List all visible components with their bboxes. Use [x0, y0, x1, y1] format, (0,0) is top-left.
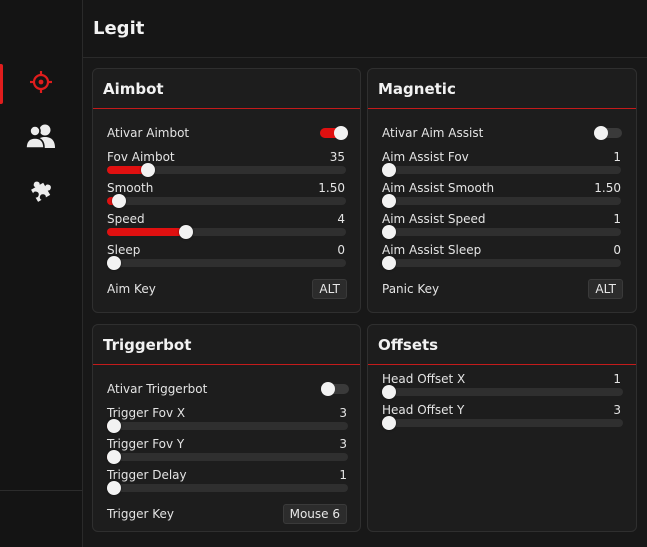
slider-knob[interactable] — [140, 163, 155, 177]
key-label: Aim Key — [107, 282, 156, 296]
main-content: Legit Aimbot Ativar Aimbot Fov Aimbot 35… — [83, 0, 647, 547]
slider-label: Speed — [107, 212, 145, 226]
slider-fill — [107, 228, 186, 236]
triggerbot-panel: Triggerbot Ativar Triggerbot Trigger Fov… — [92, 324, 361, 532]
offsets-panel: Offsets Head Offset X 1 Head Offset Y 3 — [367, 324, 637, 532]
aimbot-toggle[interactable] — [320, 126, 348, 140]
slider-label: Trigger Fov X — [107, 406, 186, 420]
slider-value: 1.50 — [318, 181, 345, 195]
panel-title: Aimbot — [103, 80, 164, 98]
speed-slider[interactable] — [107, 225, 346, 239]
trigger-fov-x-slider[interactable] — [107, 419, 348, 433]
panic-key-button[interactable]: ALT — [588, 279, 623, 299]
slider-knob[interactable] — [382, 416, 397, 430]
slider-label: Fov Aimbot — [107, 150, 175, 164]
toggle-knob — [594, 126, 608, 140]
slider-label: Trigger Delay — [107, 468, 187, 482]
slider-value: 4 — [337, 212, 345, 226]
puzzle-icon — [29, 178, 53, 206]
users-icon — [25, 123, 57, 153]
panel-divider — [93, 108, 360, 109]
aimbot-panel: Aimbot Ativar Aimbot Fov Aimbot 35 Smoot… — [92, 68, 361, 313]
slider-knob[interactable] — [382, 194, 396, 208]
toggle-knob — [334, 126, 348, 140]
slider-label: Trigger Fov Y — [107, 437, 185, 451]
slider-knob[interactable] — [107, 419, 121, 433]
page-header: Legit — [83, 0, 647, 58]
toggle-label: Ativar Aim Assist — [382, 126, 484, 140]
toggle-label: Ativar Triggerbot — [107, 382, 208, 396]
page-title: Legit — [93, 18, 145, 39]
aim-assist-speed-slider[interactable] — [382, 225, 621, 239]
aim-key-button[interactable]: ALT — [312, 279, 347, 299]
slider-label: Head Offset Y — [382, 403, 465, 417]
slider-label: Sleep — [107, 243, 141, 257]
head-offset-y-slider[interactable] — [382, 416, 623, 430]
sidebar — [0, 0, 83, 547]
slider-value: 1 — [339, 468, 347, 482]
panel-divider — [368, 364, 636, 365]
slider-knob[interactable] — [111, 194, 126, 208]
sidebar-item-misc[interactable] — [0, 172, 82, 212]
toggle-label: Ativar Aimbot — [107, 126, 190, 140]
aim-assist-smooth-slider[interactable] — [382, 194, 621, 208]
slider-knob[interactable] — [107, 481, 121, 495]
panel-title: Magnetic — [378, 80, 456, 98]
slider-value: 3 — [613, 403, 621, 417]
slider-value: 1.50 — [594, 181, 621, 195]
slider-label: Aim Assist Smooth — [382, 181, 495, 195]
key-label: Trigger Key — [107, 507, 174, 521]
aim-assist-sleep-slider[interactable] — [382, 256, 621, 270]
slider-knob[interactable] — [107, 450, 121, 464]
crosshair-icon — [29, 70, 53, 98]
slider-value: 1 — [613, 372, 621, 386]
slider-value: 35 — [329, 150, 345, 164]
magnetic-panel: Magnetic Ativar Aim Assist Aim Assist Fo… — [367, 68, 637, 313]
slider-value: 1 — [613, 212, 621, 226]
sidebar-item-legit[interactable] — [0, 64, 82, 104]
panel-divider — [93, 364, 360, 365]
slider-value: 0 — [337, 243, 345, 257]
head-offset-x-slider[interactable] — [382, 385, 623, 399]
panel-divider — [368, 108, 636, 109]
slider-knob[interactable] — [382, 385, 396, 399]
aim-assist-fov-slider[interactable] — [382, 163, 621, 177]
toggle-knob — [321, 382, 335, 396]
slider-knob[interactable] — [382, 163, 396, 177]
trigger-key-button[interactable]: Mouse 6 — [282, 504, 347, 524]
sleep-slider[interactable] — [107, 256, 346, 270]
trigger-fov-y-slider[interactable] — [107, 450, 348, 464]
slider-label: Aim Assist Fov — [382, 150, 469, 164]
slider-label: Head Offset X — [382, 372, 466, 386]
slider-value: 3 — [339, 406, 347, 420]
aim-assist-toggle[interactable] — [594, 126, 622, 140]
slider-knob[interactable] — [382, 225, 396, 239]
slider-value: 1 — [613, 150, 621, 164]
slider-knob[interactable] — [178, 225, 193, 239]
triggerbot-toggle[interactable] — [321, 382, 349, 396]
panel-title: Offsets — [378, 336, 439, 354]
trigger-delay-slider[interactable] — [107, 481, 348, 495]
slider-label: Aim Assist Sleep — [382, 243, 482, 257]
slider-value: 0 — [613, 243, 621, 257]
slider-label: Smooth — [107, 181, 154, 195]
panel-title: Triggerbot — [103, 336, 192, 354]
fov-aimbot-slider[interactable] — [107, 163, 346, 177]
smooth-slider[interactable] — [107, 194, 346, 208]
sidebar-item-players[interactable] — [0, 118, 82, 158]
slider-knob[interactable] — [382, 256, 396, 270]
slider-knob[interactable] — [107, 256, 121, 270]
slider-value: 3 — [339, 437, 347, 451]
slider-label: Aim Assist Speed — [382, 212, 486, 226]
key-label: Panic Key — [382, 282, 440, 296]
sidebar-divider — [0, 490, 83, 491]
